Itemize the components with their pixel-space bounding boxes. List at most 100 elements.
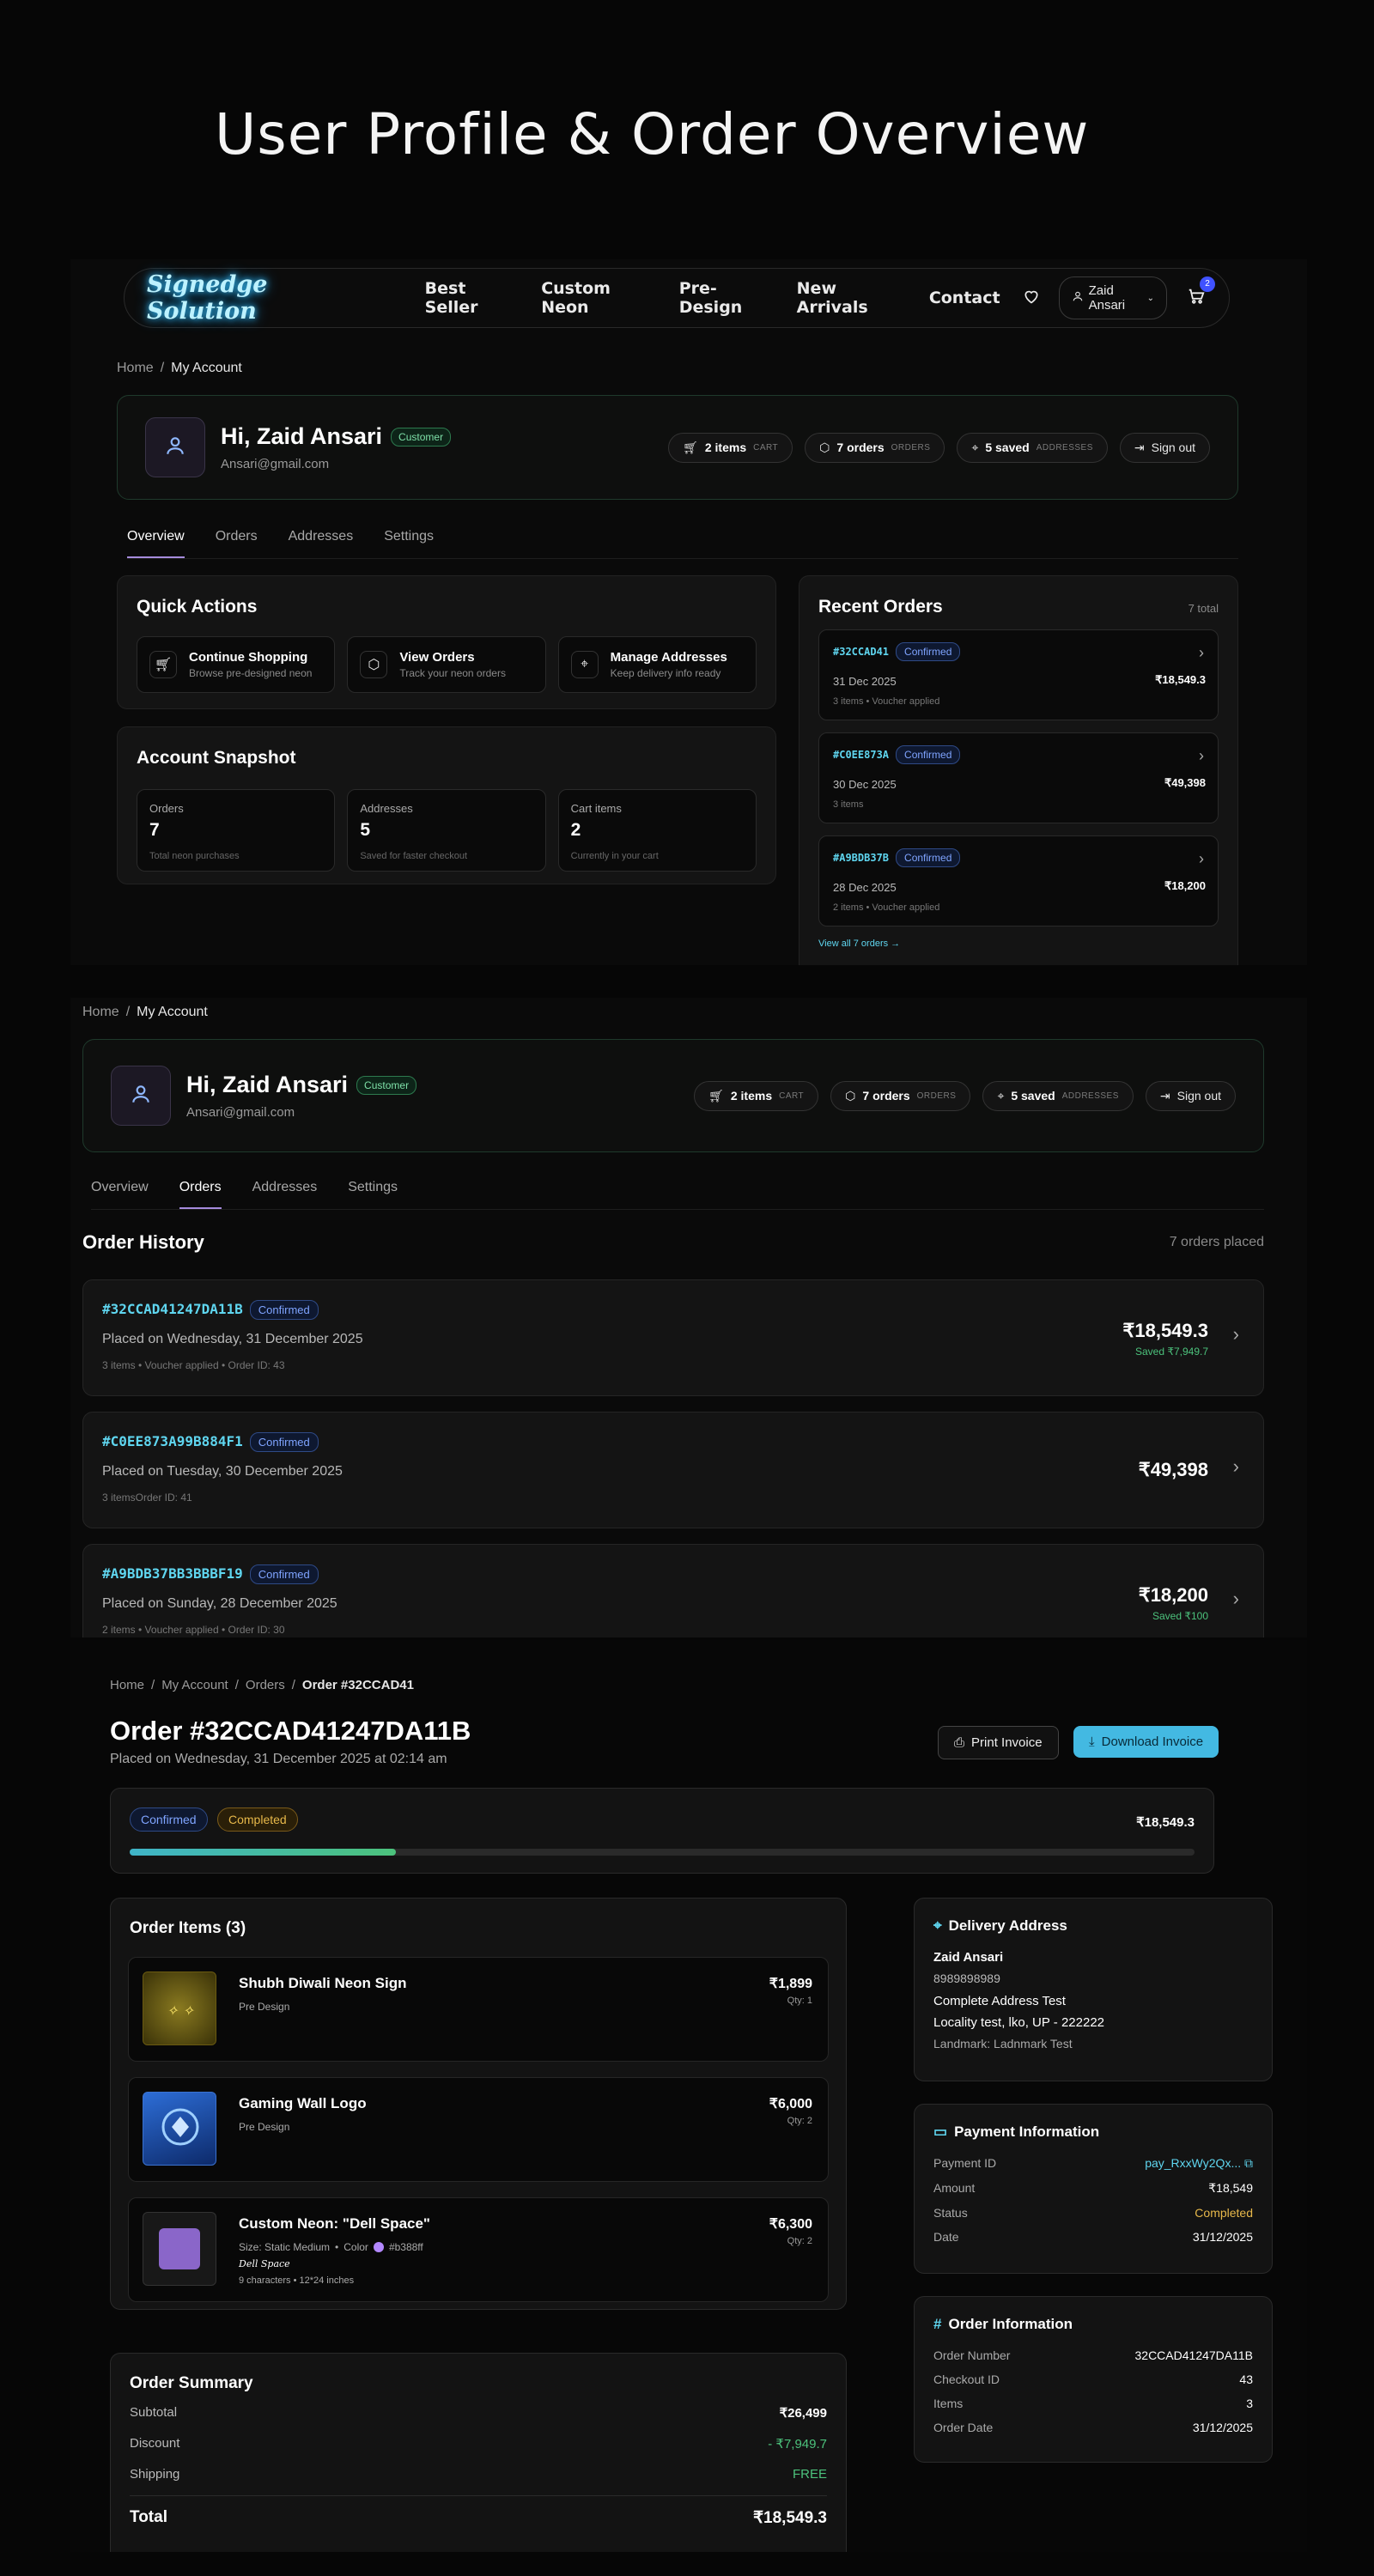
brand-logo[interactable]: Signedge Solution [147,271,372,325]
user-menu-name: Zaid Ansari [1088,283,1126,313]
overview-screen: Signedge Solution Best Seller Custom Neo… [70,259,1307,965]
nav-link-best-seller[interactable]: Best Seller [425,279,520,317]
cart-chip[interactable]: 🛒︎ 2 items CART [694,1080,819,1111]
box-icon: ⬡ [360,651,388,678]
status-badge: Confirmed [896,745,961,764]
cart-icon: 🛒︎ [149,651,177,678]
heart-icon[interactable] [1023,288,1040,309]
chevron-right-icon: › [1232,1588,1239,1609]
tab-addresses[interactable]: Addresses [252,1180,318,1209]
map-pin-icon: ⌖ [997,1088,1005,1103]
avatar [145,417,205,477]
order-progress-fill [130,1849,396,1856]
account-snapshot-panel: Account Snapshot Orders 7 Total neon purch… [117,726,776,884]
order-placed-date: Placed on Wednesday, 31 December 2025 at… [110,1752,447,1766]
order-items-card: Order Items (3) ✧ ✧ Shubh Diwali Neon Si… [110,1898,847,2310]
neon-text-preview: Dell Space [239,2258,290,2269]
breadcrumb-current: My Account [137,1005,208,1019]
order-status-card: Confirmed Completed ₹18,549.3 [110,1788,1214,1874]
orders-chip[interactable]: ⬡ 7 orders ORDERS [805,432,945,463]
order-items-title: Order Items (3) [130,1919,246,1937]
tab-orders[interactable]: Orders [179,1180,222,1209]
quick-actions-panel: Quick Actions 🛒︎ Continue Shopping Browse … [117,575,776,709]
orders-screen: Home / My Account Hi, Zaid Ansari Custome… [70,998,1307,1637]
order-summary-title: Order Summary [130,2374,253,2392]
tab-settings[interactable]: Settings [348,1180,398,1209]
profile-greeting: Hi, Zaid Ansari [221,423,383,449]
breadcrumb-home[interactable]: Home [110,1678,144,1692]
cart-icon: 🛒︎ [683,440,698,454]
view-orders-button[interactable]: ⬡ View Orders Track your neon orders [347,636,546,693]
recent-order-card[interactable]: #C0EE873A Confirmed › 30 Dec 2025 ₹49,398… [818,732,1219,823]
breadcrumb: Home / My Account / Orders / Order #32CCAD4… [110,1678,414,1692]
printer-icon: ⎙ [954,1735,965,1750]
order-item[interactable]: Custom Neon: "Dell Space" Size: Static M… [128,2197,829,2302]
addresses-chip[interactable]: ⌖ 5 saved ADDRESSES [957,432,1108,463]
order-item[interactable]: ✧ ✧ Shubh Diwali Neon Sign Pre Design ₹1… [128,1957,829,2062]
status-badge: Confirmed [249,1300,319,1320]
user-icon [1072,290,1084,306]
breadcrumb-orders[interactable]: Orders [246,1678,285,1692]
user-menu-button[interactable]: Zaid Ansari ⌄ [1058,276,1167,319]
svg-text:✧ ✧: ✧ ✧ [167,2002,195,2019]
view-all-orders-link[interactable]: View all 7 orders → [818,939,1219,949]
tab-overview[interactable]: Overview [127,529,185,558]
user-icon [164,434,186,461]
order-history-row[interactable]: #C0EE873A99B884F1 Confirmed Placed on Tue… [82,1412,1264,1528]
order-history-title: Order History [82,1231,204,1253]
order-title: Order #32CCAD41247DA11B [110,1716,471,1746]
cart-button[interactable]: 2 [1186,276,1215,310]
continue-shopping-button[interactable]: 🛒︎ Continue Shopping Browse pre-designed n… [137,636,336,693]
nav-link-pre-design[interactable]: Pre-Design [679,279,775,317]
recent-orders-panel: Recent Orders 7 total #32CCAD41 Confirmed… [799,575,1238,965]
recent-order-card[interactable]: #A9BDB37B Confirmed › 28 Dec 2025 ₹18,200… [818,835,1219,927]
box-icon: ⬡ [845,1088,856,1103]
breadcrumb-home[interactable]: Home [82,1005,119,1020]
breadcrumb-my-account[interactable]: My Account [161,1678,228,1692]
role-badge: Customer [391,427,452,447]
order-item[interactable]: Gaming Wall Logo Pre Design ₹6,000 Qty: … [128,2077,829,2182]
order-summary-card: Order Summary Subtotal ₹26,499 Discount - … [110,2353,847,2552]
map-pin-icon: ⌖ [570,651,599,678]
breadcrumb: Home / My Account [117,361,242,376]
tab-orders[interactable]: Orders [216,529,258,558]
order-history-row[interactable]: #A9BDB37BB3BBBF19 Confirmed Placed on Sun… [82,1544,1264,1637]
hash-icon: # [933,2316,942,2332]
sign-out-button[interactable]: ⇥ Sign out [1119,432,1210,463]
download-invoice-button[interactable]: ⤓ Download Invoice [1073,1726,1219,1758]
product-image [143,2092,216,2166]
account-tabs: Overview Orders Addresses Settings [127,529,1238,559]
tab-settings[interactable]: Settings [384,529,434,558]
chevron-right-icon: › [1199,644,1204,661]
snapshot-title: Account Snapshot [137,748,296,768]
addresses-chip[interactable]: ⌖ 5 saved ADDRESSES [982,1080,1134,1111]
manage-addresses-button[interactable]: ⌖ Manage Addresses Keep delivery info read… [557,636,757,693]
breadcrumb-home[interactable]: Home [117,361,154,376]
sign-out-button[interactable]: ⇥ Sign out [1145,1080,1236,1111]
tab-overview[interactable]: Overview [91,1180,149,1209]
download-icon: ⤓ [1089,1735,1095,1749]
nav-link-custom-neon[interactable]: Custom Neon [541,279,657,317]
map-pin-icon: ⌖ [933,1917,942,1934]
recent-orders-total: 7 total [1188,602,1219,615]
recent-order-card[interactable]: #32CCAD41 Confirmed › 31 Dec 2025 ₹18,549… [818,629,1219,720]
user-icon [130,1083,152,1109]
profile-email: Ansari@gmail.com [221,457,330,471]
nav-link-contact[interactable]: Contact [929,289,1000,307]
chevron-right-icon: › [1199,747,1204,764]
order-history-row[interactable]: #32CCAD41247DA11B Confirmed Placed on Wed… [82,1279,1264,1396]
snapshot-addresses: Addresses 5 Saved for faster checkout [347,789,546,872]
cart-icon: 🛒︎ [708,1088,724,1103]
nav-link-new-arrivals[interactable]: New Arrivals [797,279,907,317]
payment-info-card: ▭ Payment Information Payment ID pay_RxxWy… [914,2104,1273,2274]
chevron-down-icon: ⌄ [1146,293,1154,303]
product-image: ✧ ✧ [143,1971,216,2045]
cart-chip[interactable]: 🛒︎ 2 items CART [668,432,793,463]
avatar [111,1066,171,1126]
print-invoice-button[interactable]: ⎙ Print Invoice [938,1726,1059,1759]
payment-id-copy[interactable]: pay_RxxWy2Qx... ⧉ [1145,2156,1253,2171]
map-pin-icon: ⌖ [971,440,979,454]
color-swatch [159,2228,200,2269]
tab-addresses[interactable]: Addresses [289,529,354,558]
orders-chip[interactable]: ⬡ 7 orders ORDERS [830,1080,971,1111]
